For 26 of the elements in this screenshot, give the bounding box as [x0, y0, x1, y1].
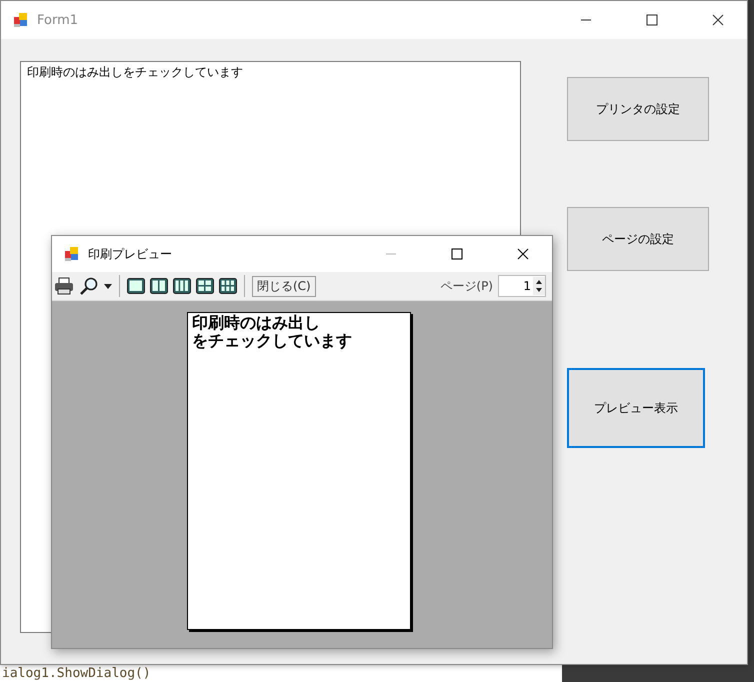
printer-icon[interactable] [54, 277, 74, 295]
page-text-line: 印刷時のはみ出し [192, 314, 321, 332]
page-layout-icon[interactable] [196, 278, 214, 294]
spinner-icon[interactable] [533, 277, 545, 295]
page-number-field[interactable]: 1 [498, 275, 546, 297]
window-title: Form1 [37, 12, 80, 28]
zoom-icon[interactable] [79, 277, 99, 295]
page-text-line: をチェックしています [192, 332, 353, 350]
app-icon [64, 246, 80, 262]
page-layout-icon[interactable] [173, 278, 191, 294]
maximize-icon[interactable] [451, 248, 463, 260]
dialog-title: 印刷プレビュー [88, 246, 173, 262]
caret-icon[interactable] [104, 284, 112, 288]
page-label: ページ(P) [440, 278, 493, 294]
close-preview-button[interactable]: 閉じる(C) [252, 276, 316, 296]
action-button[interactable]: プリンタの設定 [567, 77, 709, 141]
page-layout-icon[interactable] [150, 278, 168, 294]
close-icon[interactable] [712, 14, 724, 26]
app-icon [13, 12, 29, 28]
code-text: ialog1.ShowDialog() [0, 665, 562, 682]
action-button[interactable]: プレビュー表示 [567, 368, 705, 448]
maximize-icon[interactable] [646, 14, 658, 26]
page-layout-icon[interactable] [219, 278, 237, 294]
close-icon[interactable] [517, 248, 529, 260]
action-button[interactable]: ページの設定 [567, 207, 709, 271]
page-layout-icon[interactable] [127, 278, 145, 294]
